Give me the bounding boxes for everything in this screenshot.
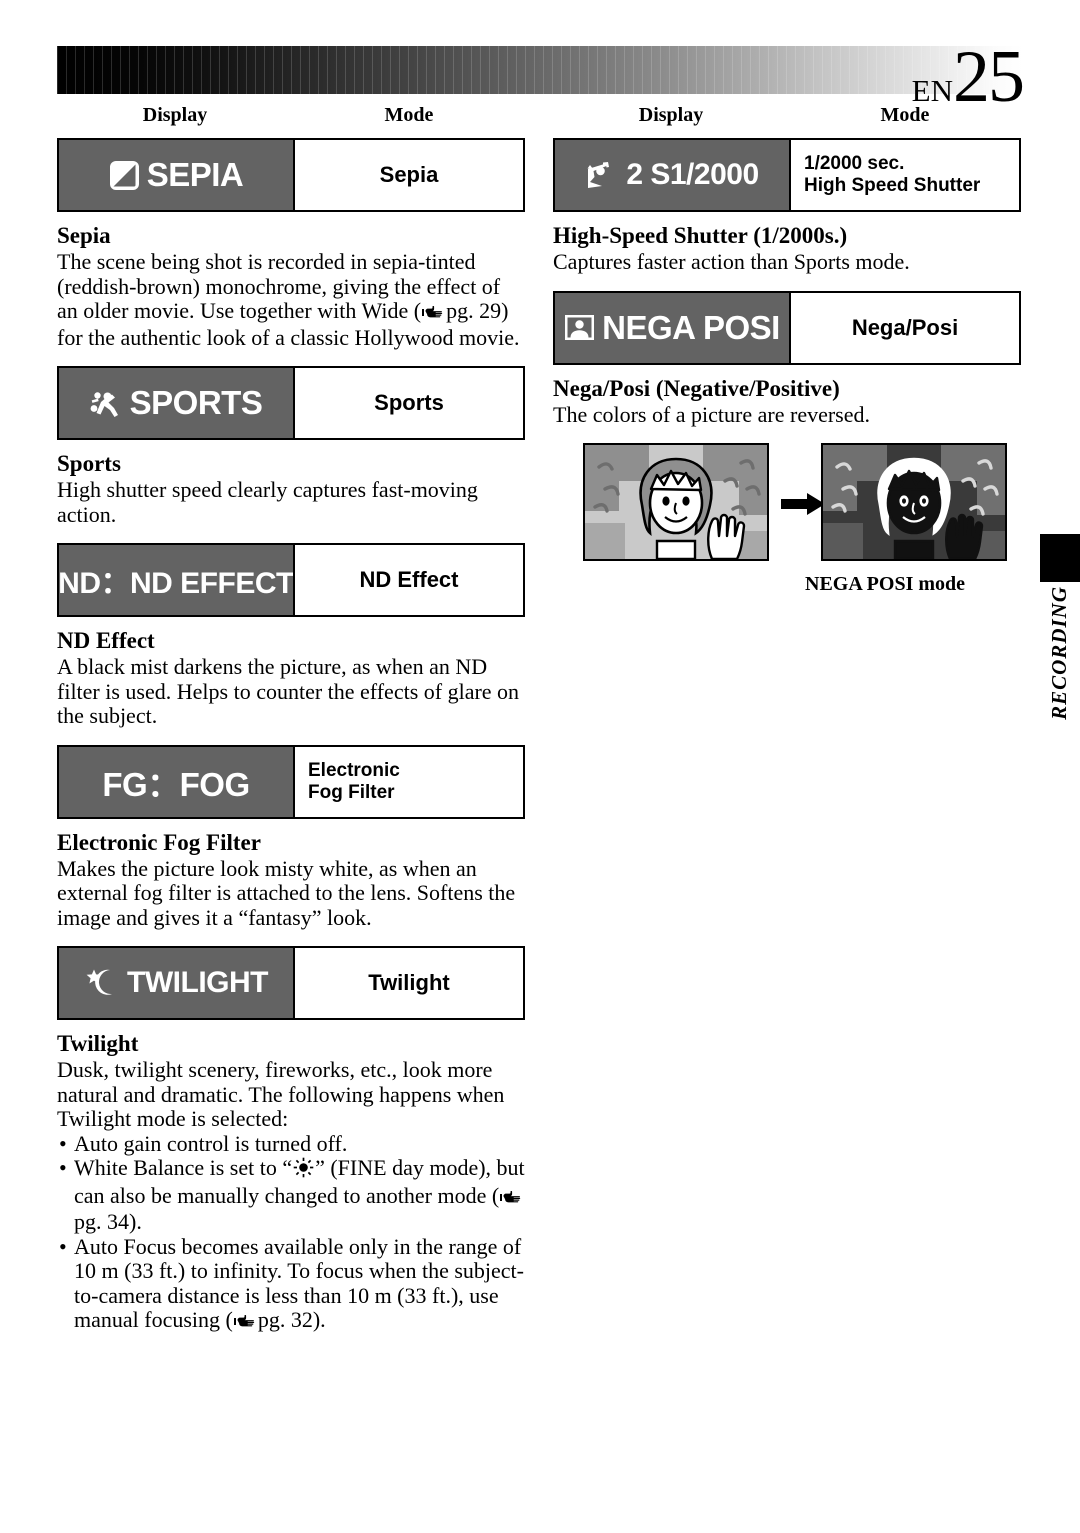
mode-label-fog-line1: Electronic — [308, 759, 400, 781]
left-column-headers: Display Mode — [57, 104, 525, 138]
mode-column-header-right: Mode — [880, 104, 930, 126]
mode-cell-fog: Electronic Fog Filter — [295, 746, 523, 817]
page-header: EN25 — [57, 40, 1025, 114]
section-heading-nd-effect: ND Effect — [57, 628, 155, 654]
section-sepia: Sepia The scene being shot is recorded i… — [57, 223, 525, 350]
left-column: Display Mode SEPIA Sepia Sepia The scene… — [57, 104, 525, 1351]
display-cell-twilight: TWILIGHT — [59, 948, 295, 1019]
twilight-bullet-list: Auto gain control is turned off. White B… — [57, 1130, 525, 1335]
mode-column-header: Mode — [384, 104, 434, 126]
mode-label-fog-line2: Fog Filter — [308, 781, 395, 803]
display-text-nega-posi: NEGA POSI — [602, 308, 780, 346]
display-cell-fog: FG：FOG — [59, 746, 295, 817]
display-mode-row-high-speed-shutter: 2 S1/2000 1/2000 sec. High Speed Shutter — [553, 138, 1021, 212]
section-heading-fog: Electronic Fog Filter — [57, 829, 261, 855]
section-heading-nega-posi: Nega/Posi (Negative/Positive) — [553, 375, 840, 401]
display-mode-row-twilight: TWILIGHT Twilight — [57, 946, 525, 1021]
section-heading-twilight: Twilight — [57, 1031, 139, 1057]
display-text-twilight: TWILIGHT — [127, 966, 268, 1000]
mode-label-high-speed-shutter-line2: High Speed Shutter — [804, 175, 981, 196]
fine-day-sun-icon — [293, 1157, 314, 1184]
section-body-sepia: The scene being shot is recorded in sepi… — [57, 249, 525, 350]
mode-label-nd-effect: ND Effect — [359, 567, 459, 593]
mode-cell-sports: Sports — [295, 368, 523, 439]
page-number-prefix: EN — [911, 73, 953, 108]
twilight-bullet-2-pre: White Balance is set to “ — [74, 1155, 293, 1181]
display-text-sepia: SEPIA — [146, 156, 244, 193]
side-tab-marker — [1040, 534, 1080, 582]
pointing-hand-icon — [499, 1186, 523, 1211]
right-column: Display Mode 2 S1/2000 1/2000 sec. High … — [553, 104, 1021, 595]
nega-posi-illustration: NEGA POSI mode — [553, 443, 1021, 595]
section-heading-sepia: Sepia — [57, 223, 111, 248]
twilight-bullet-1: Auto gain control is turned off. — [57, 1130, 525, 1157]
portrait-frame-icon — [564, 312, 595, 343]
section-body-nd-effect: A black mist darkens the picture, as whe… — [57, 654, 520, 729]
mode-label-sports: Sports — [374, 390, 444, 416]
star-moon-icon — [84, 968, 120, 999]
section-sports: Sports High shutter speed clearly captur… — [57, 451, 525, 527]
display-mode-row-sepia: SEPIA Sepia — [57, 138, 525, 212]
twilight-bullet-1-text: Auto gain control is turned off. — [74, 1130, 348, 1156]
display-text-high-speed-shutter: 2 S1/2000 — [626, 158, 759, 191]
display-cell-nd-effect: ND：ND EFFECT — [59, 545, 295, 616]
display-mode-row-nd-effect: ND：ND EFFECT ND Effect — [57, 543, 525, 618]
section-heading-sports: Sports — [57, 451, 121, 477]
section-heading-high-speed-shutter: High-Speed Shutter (1/2000s.) — [553, 223, 848, 248]
display-mode-row-sports: SPORTS Sports — [57, 366, 525, 441]
mode-label-nega-posi: Nega/Posi — [851, 314, 959, 340]
pointing-hand-icon — [233, 1310, 257, 1335]
twilight-bullet-3-post: pg. 32). — [257, 1307, 326, 1333]
section-high-speed-shutter: High-Speed Shutter (1/2000s.) Captures f… — [553, 223, 1021, 275]
section-fog: Electronic Fog Filter Makes the picture … — [57, 830, 525, 931]
section-twilight: Twilight Dusk, twilight scenery, firewor… — [57, 1031, 525, 1335]
section-nega-posi: Nega/Posi (Negative/Positive) The colors… — [553, 376, 1021, 428]
header-gradient-bar — [57, 46, 1023, 94]
twilight-bullet-3: Auto Focus becomes available only in the… — [57, 1234, 525, 1335]
section-body-high-speed-shutter: Captures faster action than Sports mode. — [553, 249, 910, 274]
right-arrow-icon — [781, 493, 825, 516]
mode-cell-twilight: Twilight — [295, 948, 523, 1019]
display-mode-row-fog: FG：FOG Electronic Fog Filter — [57, 744, 525, 819]
mode-cell-nega-posi: Nega/Posi — [791, 292, 1019, 363]
illustration-caption: NEGA POSI mode — [805, 573, 966, 596]
mode-label-twilight: Twilight — [368, 970, 450, 996]
pointing-hand-icon — [421, 301, 445, 326]
mode-cell-high-speed-shutter: 1/2000 sec. High Speed Shutter — [791, 140, 1019, 210]
mode-label-sepia: Sepia — [379, 162, 439, 188]
mode-cell-nd-effect: ND Effect — [295, 545, 523, 616]
mode-cell-sepia: Sepia — [295, 140, 523, 210]
sepia-split-square-icon — [109, 160, 140, 191]
display-cell-high-speed-shutter: 2 S1/2000 — [555, 140, 791, 210]
section-body-sports: High shutter speed clearly captures fast… — [57, 477, 478, 527]
side-tab-label: RECORDING — [1047, 586, 1071, 720]
twilight-bullet-2-post: pg. 34). — [74, 1209, 142, 1235]
display-cell-nega-posi: NEGA POSI — [555, 292, 791, 363]
section-body-twilight: Dusk, twilight scenery, fireworks, etc.,… — [57, 1057, 505, 1132]
negative-picture-panel — [821, 443, 1007, 562]
display-cell-sepia: SEPIA — [59, 140, 295, 210]
running-person-icon — [90, 388, 123, 419]
display-cell-sports: SPORTS — [59, 368, 295, 439]
right-column-headers: Display Mode — [553, 104, 1021, 138]
twilight-bullet-2: White Balance is set to “” (FINE day mod… — [57, 1155, 525, 1235]
display-text-sports: SPORTS — [129, 384, 263, 422]
display-column-header-right: Display — [638, 104, 704, 126]
normal-picture-panel — [583, 443, 769, 562]
section-nd-effect: ND Effect A black mist darkens the pictu… — [57, 628, 525, 729]
section-body-fog: Makes the picture look misty white, as w… — [57, 855, 516, 930]
page-number: EN25 — [911, 40, 1025, 114]
display-mode-row-nega-posi: NEGA POSI Nega/Posi — [553, 290, 1021, 365]
high-speed-shutter-figure-icon — [585, 160, 619, 191]
section-body-nega-posi: The colors of a picture are reversed. — [553, 401, 871, 427]
mode-label-high-speed-shutter-line1: 1/2000 sec. — [804, 152, 905, 174]
display-column-header: Display — [142, 104, 208, 126]
